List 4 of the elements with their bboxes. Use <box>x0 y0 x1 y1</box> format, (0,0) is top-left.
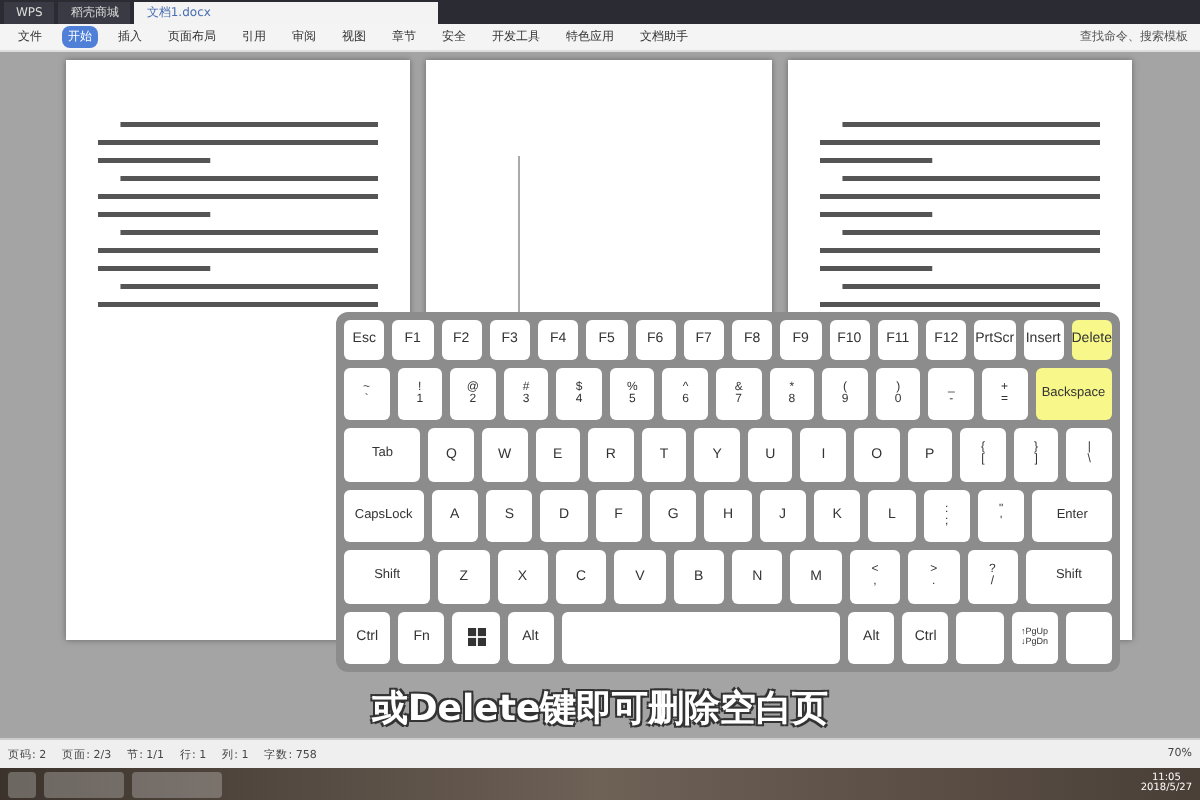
taskbar-app[interactable] <box>132 771 222 797</box>
taskbar-app[interactable] <box>44 771 124 797</box>
windows-logo-icon <box>467 628 485 647</box>
start-button[interactable] <box>8 771 36 797</box>
